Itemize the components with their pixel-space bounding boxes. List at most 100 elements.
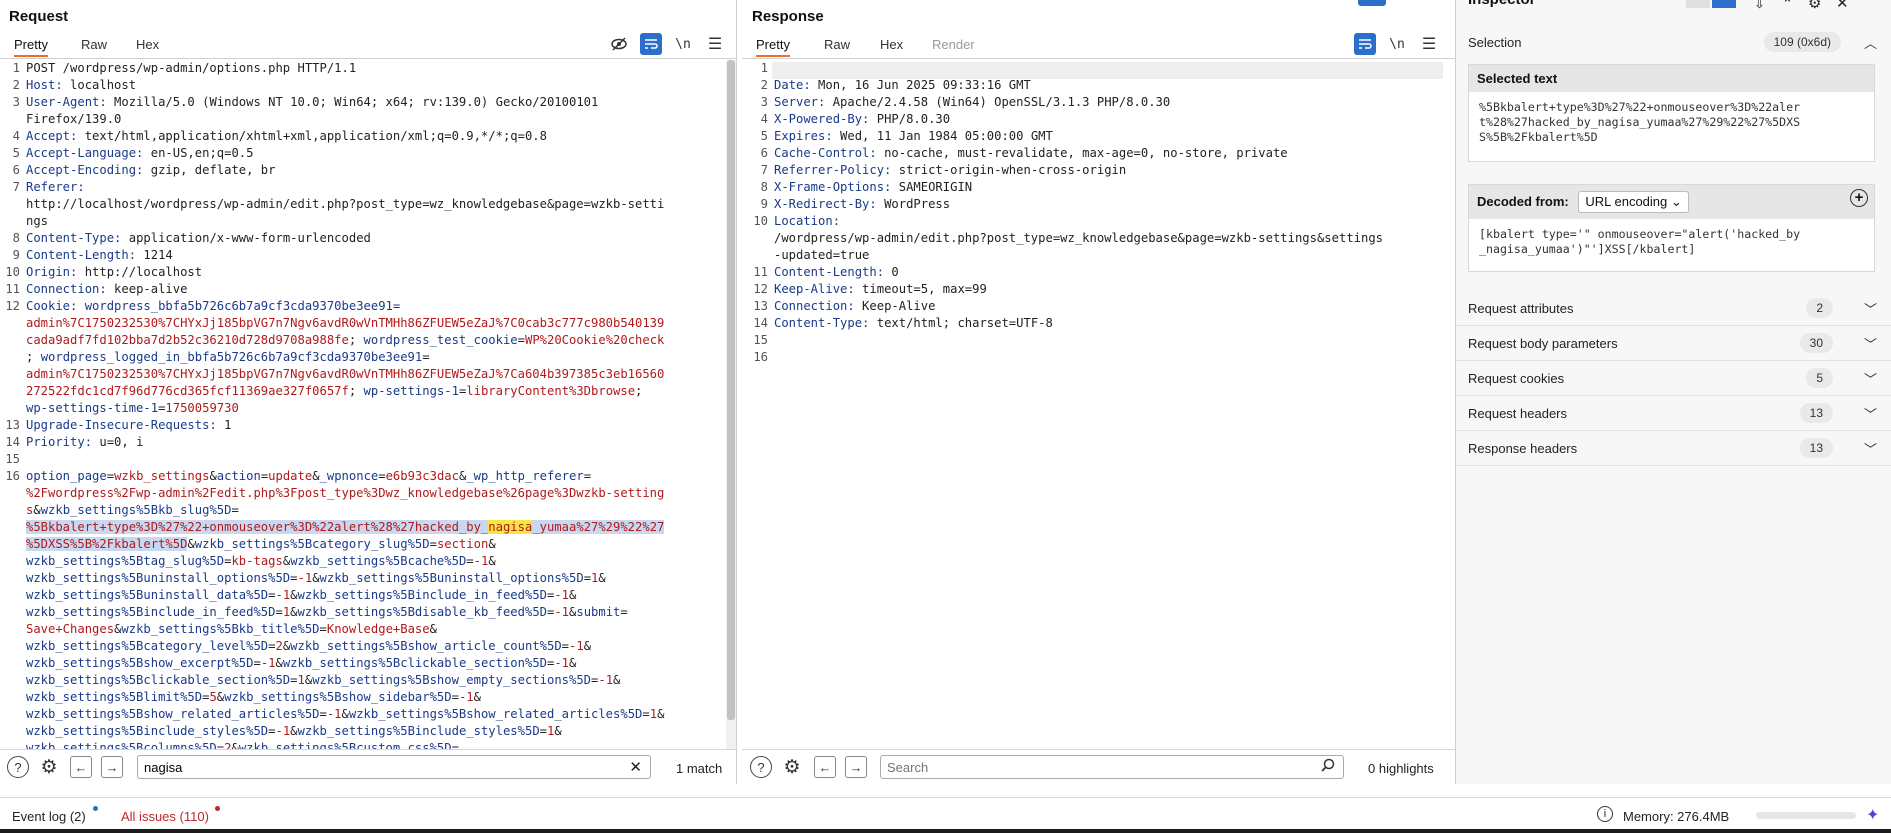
- line-number: 12: [753, 282, 768, 296]
- chevron-down-icon[interactable]: ﹀: [1864, 334, 1877, 353]
- help-icon[interactable]: ?: [750, 756, 772, 778]
- request-scrollbar[interactable]: [726, 60, 736, 750]
- code-token: option_page: [26, 469, 107, 483]
- line-text: wzkb_settings%5Bshow_excerpt%5D=-1&wzkb_…: [26, 655, 576, 672]
- code-token: Location:: [774, 214, 841, 228]
- response-search-box[interactable]: [880, 755, 1344, 779]
- section-count: 2: [1806, 298, 1833, 318]
- code-line: cada9adf7fd102bba7d2b52c36210d728d9708a9…: [0, 332, 726, 349]
- request-editor[interactable]: 1 POST /wordpress/wp-admin/options.php HT…: [0, 60, 726, 750]
- line-text: POST /wordpress/wp-admin/options.php HTT…: [26, 60, 356, 77]
- response-tab-raw[interactable]: Raw: [824, 37, 850, 52]
- code-token: -1: [458, 690, 474, 704]
- code-token: &: [275, 656, 283, 670]
- gear-icon[interactable]: ⚙: [781, 756, 803, 778]
- line-number: 6: [12, 163, 20, 177]
- code-token: -1: [473, 554, 489, 568]
- code-line: 12 Cookie: wordpress_bbfa5b726c6b7a9cf3cd…: [0, 298, 726, 315]
- response-tab-render[interactable]: Render: [932, 37, 975, 52]
- request-tab-hex[interactable]: Hex: [136, 37, 159, 52]
- code-token: &: [290, 588, 298, 602]
- forward-arrow-icon[interactable]: →: [845, 756, 867, 778]
- response-tab-pretty[interactable]: Pretty: [756, 37, 790, 57]
- request-tab-raw[interactable]: Raw: [81, 37, 107, 52]
- request-search-input[interactable]: [144, 760, 569, 775]
- wrap-lines-icon[interactable]: [640, 33, 662, 55]
- request-tab-pretty[interactable]: Pretty: [14, 37, 48, 57]
- inspector-pane: Inspector ⇩ ⌃ ⚙ ✕ Selection 109 (0x6d) ︿…: [1456, 0, 1891, 784]
- menu-icon[interactable]: ☰: [1418, 33, 1440, 55]
- layout-toggle-icon[interactable]: [1358, 0, 1386, 6]
- inspector-section-row[interactable]: Request body parameters 30 ﹀: [1456, 325, 1891, 361]
- decoded-text-value[interactable]: [kbalert type='" onmouseover="alert('hac…: [1469, 219, 1874, 265]
- clear-search-icon[interactable]: ✕: [629, 758, 642, 776]
- code-token: -1: [554, 605, 570, 619]
- selection-row[interactable]: Selection 109 (0x6d) ︿: [1456, 22, 1891, 62]
- info-icon[interactable]: i: [1597, 806, 1613, 822]
- gear-icon[interactable]: ⚙: [38, 756, 60, 778]
- decoded-card: Decoded from: URL encoding ⌄ + [kbalert …: [1468, 184, 1875, 272]
- code-token: 1750059730: [165, 401, 239, 415]
- chevron-down-icon[interactable]: ﹀: [1864, 369, 1877, 388]
- code-line: wzkb_settings%5Binclude_styles%5D=-1&wzk…: [0, 723, 726, 740]
- layout-toggle-icon[interactable]: [1712, 0, 1736, 8]
- ai-sparkle-icon[interactable]: ✦: [1866, 805, 1879, 825]
- code-token: POST /wordpress/wp-admin/options.php HTT…: [26, 61, 357, 75]
- code-token: -1: [569, 639, 584, 653]
- back-arrow-icon[interactable]: ←: [814, 756, 836, 778]
- section-count: 13: [1799, 438, 1833, 458]
- download-icon[interactable]: ⇩: [1754, 0, 1765, 12]
- line-number: 7: [12, 180, 20, 194]
- code-token: -1: [260, 656, 276, 670]
- line-text: Server: Apache/2.4.58 (Win64) OpenSSL/3.…: [774, 94, 1170, 111]
- inspector-section-row[interactable]: Request attributes 2 ﹀: [1456, 290, 1891, 326]
- event-log[interactable]: Event log (2): [12, 809, 86, 824]
- all-issues[interactable]: All issues (110): [121, 809, 209, 824]
- code-line: 11 Connection: keep-alive: [0, 281, 726, 298]
- back-arrow-icon[interactable]: ←: [70, 756, 92, 778]
- event-log-dot: [93, 806, 98, 811]
- line-number: 6: [760, 146, 768, 160]
- line-text: wzkb_settings%5Btag_slug%5D = kb-tags & wzkb…: [26, 553, 496, 570]
- decoding-select[interactable]: URL encoding ⌄: [1578, 191, 1689, 213]
- collapse-icon[interactable]: ⌃: [1782, 0, 1793, 12]
- code-token: no-cache, must-revalidate, max-age=0, no…: [876, 146, 1288, 160]
- inspector-section-row[interactable]: Response headers 13 ﹀: [1456, 430, 1891, 466]
- line-text: wzkb_settings%5Binclude_styles%5D=-1&wzk…: [26, 723, 562, 740]
- selected-text-value[interactable]: %5Bkbalert+type%3D%27%22+onmouseover%3D%…: [1469, 92, 1874, 153]
- newline-toggle-icon[interactable]: \n: [672, 33, 694, 55]
- gear-icon[interactable]: ⚙: [1808, 0, 1821, 12]
- add-icon[interactable]: +: [1850, 189, 1868, 207]
- chevron-down-icon[interactable]: ﹀: [1864, 299, 1877, 318]
- code-token: http://localhost/wordpress/wp-admin/edit…: [26, 197, 665, 211]
- code-token: wzkb_settings%5Binclude_styles%5D: [297, 724, 540, 738]
- line-text: wp-settings-time-1=1750059730: [26, 400, 239, 417]
- layout-toggle-icon[interactable]: [1686, 0, 1710, 8]
- chevron-down-icon[interactable]: ﹀: [1864, 404, 1877, 423]
- newline-toggle-icon[interactable]: \n: [1386, 33, 1408, 55]
- code-token: wordpress_logged_in_bbfa5b726c6b7a9cf3cd…: [40, 350, 423, 364]
- code-token: &: [569, 656, 577, 670]
- hide-nonprintable-icon[interactable]: [608, 33, 630, 55]
- code-line: 9 Content-Length: 1214: [0, 247, 726, 264]
- menu-icon[interactable]: ☰: [704, 33, 726, 55]
- code-token: wzkb_settings: [114, 469, 210, 483]
- help-icon[interactable]: ?: [7, 756, 29, 778]
- search-icon[interactable]: [1321, 758, 1335, 775]
- close-icon[interactable]: ✕: [1836, 0, 1849, 12]
- code-token: gzip, deflate, br: [143, 163, 276, 177]
- code-token: &: [569, 588, 577, 602]
- forward-arrow-icon[interactable]: →: [101, 756, 123, 778]
- current-line-highlight: [772, 62, 1443, 79]
- inspector-section-row[interactable]: Request headers 13 ﹀: [1456, 395, 1891, 431]
- match-count: 1 match: [676, 761, 723, 776]
- response-tab-hex[interactable]: Hex: [880, 37, 903, 52]
- request-search-box[interactable]: ✕: [137, 755, 651, 779]
- chevron-up-icon[interactable]: ︿: [1864, 33, 1877, 52]
- inspector-section-row[interactable]: Request cookies 5 ﹀: [1456, 360, 1891, 396]
- chevron-down-icon[interactable]: ﹀: [1864, 439, 1877, 458]
- wrap-lines-icon[interactable]: [1354, 33, 1376, 55]
- response-editor[interactable]: 1HTTP/1.1 302 Found2Date: Mon, 16 Jun 20…: [748, 60, 1455, 750]
- response-search-input[interactable]: [887, 760, 1270, 775]
- code-token: =: [319, 622, 327, 636]
